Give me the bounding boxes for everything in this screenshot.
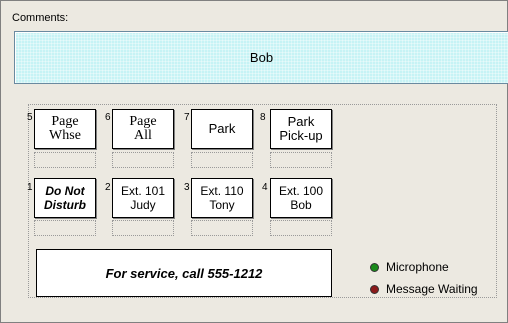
service-message-box[interactable]: For service, call 555-1212	[36, 249, 332, 297]
key-number: 2	[105, 182, 111, 193]
comments-label: Comments:	[12, 12, 69, 24]
service-message-text: For service, call 555-1212	[105, 265, 263, 281]
key-slot[interactable]	[112, 220, 174, 236]
key-slot[interactable]	[191, 220, 253, 236]
key-ext-110-tony[interactable]: Ext. 110 Tony	[191, 178, 253, 218]
message-waiting-indicator-icon	[370, 284, 379, 294]
key-park[interactable]: Park	[191, 109, 253, 149]
comments-field[interactable]: Bob	[14, 31, 508, 84]
key-ext-101-judy[interactable]: Ext. 101 Judy	[112, 178, 174, 218]
legend-message-waiting: Message Waiting	[370, 282, 478, 296]
key-slot[interactable]	[112, 152, 174, 168]
legend-message-waiting-label: Message Waiting	[386, 282, 478, 296]
key-do-not-disturb[interactable]: Do Not Disturb	[34, 178, 96, 218]
key-park-pick-up[interactable]: Park Pick-up	[270, 109, 332, 149]
key-label: Page Whse	[49, 114, 81, 143]
key-label: Ext. 101 Judy	[120, 184, 166, 212]
key-number: 8	[260, 112, 266, 123]
key-page-all[interactable]: Page All	[112, 109, 174, 149]
key-number: 5	[27, 112, 33, 123]
key-label: Park	[208, 121, 236, 136]
key-number: 1	[27, 182, 33, 193]
legend-microphone-label: Microphone	[386, 260, 449, 274]
key-label: Park Pick-up	[279, 114, 323, 143]
key-number: 4	[262, 182, 268, 193]
phone-layout-panel: Comments: Bob 5 Page Whse 6 Page All 7 P…	[0, 0, 508, 323]
legend-microphone: Microphone	[370, 260, 449, 274]
key-ext-100-bob[interactable]: Ext. 100 Bob	[270, 178, 332, 218]
key-slot[interactable]	[34, 220, 96, 236]
key-number: 6	[105, 112, 111, 123]
key-label: Ext. 100 Bob	[278, 184, 324, 212]
key-slot[interactable]	[191, 152, 253, 168]
key-label: Page All	[129, 114, 157, 143]
key-page-whse[interactable]: Page Whse	[34, 109, 96, 149]
key-number: 3	[184, 182, 190, 193]
key-slot[interactable]	[34, 152, 96, 168]
key-slot[interactable]	[270, 152, 332, 168]
comments-value: Bob	[249, 50, 274, 65]
key-number: 7	[184, 112, 190, 123]
key-slot[interactable]	[270, 220, 332, 236]
key-label: Ext. 110 Tony	[200, 184, 244, 212]
key-label: Do Not Disturb	[44, 184, 86, 212]
microphone-indicator-icon	[370, 262, 379, 272]
